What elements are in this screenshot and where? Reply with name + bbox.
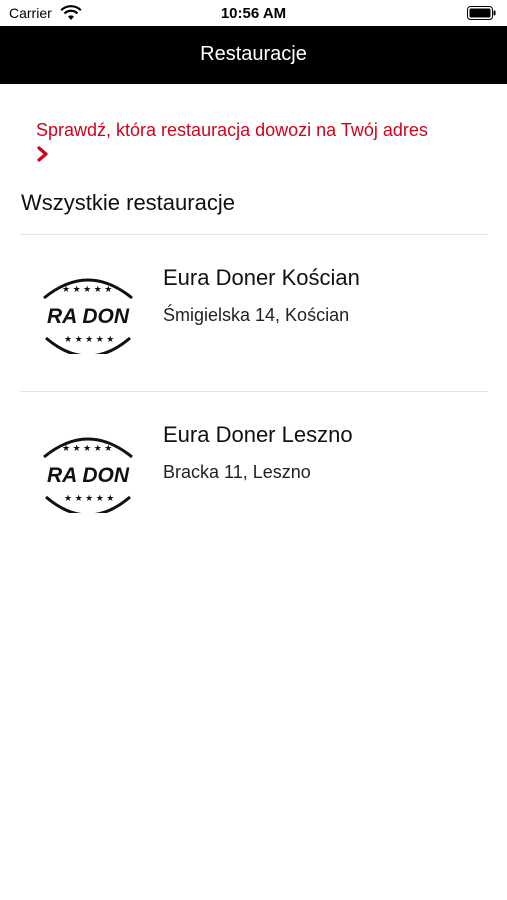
- restaurant-name: Eura Doner Kościan: [163, 265, 360, 290]
- svg-text:★ ★ ★ ★ ★: ★ ★ ★ ★ ★: [64, 493, 114, 503]
- section-title: Wszystkie restauracje: [21, 190, 235, 215]
- svg-text:RA DON: RA DON: [47, 305, 130, 328]
- restaurant-address: Bracka 11, Leszno: [163, 462, 311, 482]
- restaurant-logo: ★ ★ ★ ★ ★ ★ ★ ★ ★ ★ RA DON: [43, 437, 133, 513]
- svg-text:★ ★ ★ ★ ★: ★ ★ ★ ★ ★: [62, 284, 112, 294]
- restaurant-name: Eura Doner Leszno: [163, 422, 353, 447]
- navigation-bar: Restauracje: [0, 26, 507, 84]
- delivery-check-label: Sprawdź, która restauracja dowozi na Twó…: [36, 120, 428, 140]
- divider: [20, 391, 488, 392]
- delivery-check-link[interactable]: Sprawdź, która restauracja dowozi na Twó…: [36, 117, 486, 163]
- svg-text:★ ★ ★ ★ ★: ★ ★ ★ ★ ★: [62, 443, 112, 453]
- restaurant-row[interactable]: ★ ★ ★ ★ ★ ★ ★ ★ ★ ★ RA DON Eura Doner Le…: [0, 393, 507, 543]
- divider: [20, 234, 488, 235]
- svg-text:★ ★ ★ ★ ★: ★ ★ ★ ★ ★: [64, 334, 114, 344]
- status-bar: Carrier 10:56 AM: [0, 0, 507, 26]
- battery-icon: [467, 6, 496, 20]
- restaurant-row[interactable]: ★ ★ ★ ★ ★ ★ ★ ★ ★ ★ RA DON Eura Doner Ko…: [0, 236, 507, 386]
- status-time: 10:56 AM: [220, 5, 287, 22]
- nav-title: Restauracje: [200, 43, 307, 65]
- chevron-right-icon: [37, 146, 48, 162]
- restaurant-logo: ★ ★ ★ ★ ★ ★ ★ ★ ★ ★ RA DON: [43, 278, 133, 354]
- svg-text:RA DON: RA DON: [47, 464, 130, 487]
- restaurant-address: Śmigielska 14, Kościan: [163, 305, 350, 325]
